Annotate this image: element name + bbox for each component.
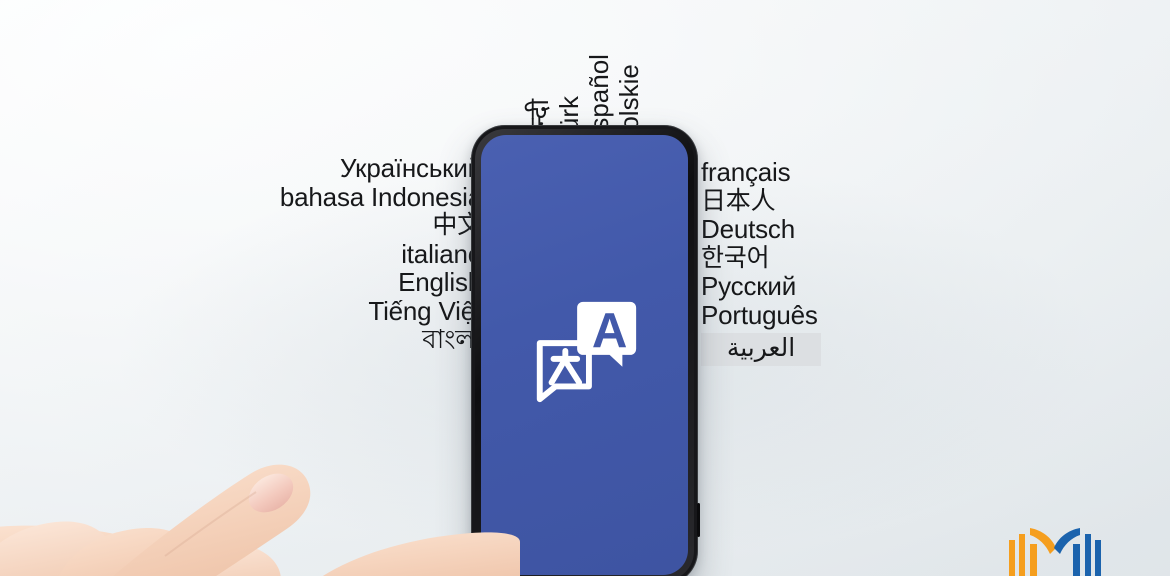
translate-target-bubble: A	[576, 301, 636, 367]
scene-root: हिन्दी Türk Español Polskie Український …	[0, 0, 1170, 576]
smartphone[interactable]: A	[471, 125, 700, 576]
hand-finger-1	[0, 521, 113, 576]
index-fingernail	[248, 473, 294, 513]
logo-left-spine	[1030, 544, 1037, 576]
hand-pointing	[0, 464, 520, 576]
translate-icon[interactable]: A	[526, 292, 644, 410]
language-french[interactable]: français	[701, 158, 1031, 187]
phone-screen[interactable]: A	[481, 135, 688, 575]
language-arabic-selected[interactable]: العربية	[701, 333, 821, 366]
hand-finger-3	[149, 543, 281, 576]
index-finger	[113, 464, 311, 576]
translate-latin-glyph: A	[591, 303, 627, 358]
language-bengali[interactable]: বাংলা	[62, 325, 482, 354]
left-language-column: Український bahasa Indonesia 中文 italiano…	[62, 154, 482, 355]
language-vietnamese[interactable]: Tiếng Việt	[62, 297, 482, 326]
language-ukrainian[interactable]: Український	[62, 154, 482, 183]
logo-right-bars	[1085, 534, 1101, 576]
language-indonesian[interactable]: bahasa Indonesia	[62, 183, 482, 212]
index-finger-crease	[164, 491, 257, 557]
language-english[interactable]: English	[62, 268, 482, 297]
language-japanese[interactable]: 日本人	[701, 187, 1031, 216]
language-portuguese[interactable]: Português	[701, 301, 1031, 330]
right-language-column: français 日本人 Deutsch 한국어 Русский Portugu…	[701, 158, 1031, 367]
phone-power-button[interactable]	[697, 503, 700, 537]
hand-finger-2	[59, 527, 200, 576]
logo-right-spine	[1073, 544, 1080, 576]
language-italian[interactable]: italiano	[62, 240, 482, 269]
language-korean[interactable]: 한국어	[701, 244, 1031, 273]
language-russian[interactable]: Русский	[701, 272, 1031, 301]
open-book-logo	[1009, 528, 1101, 576]
language-chinese[interactable]: 中文	[62, 211, 482, 240]
translate-cjk-glyph	[548, 348, 582, 386]
hand-palm	[0, 525, 228, 576]
logo-left-bars	[1009, 534, 1025, 576]
language-german[interactable]: Deutsch	[701, 215, 1031, 244]
